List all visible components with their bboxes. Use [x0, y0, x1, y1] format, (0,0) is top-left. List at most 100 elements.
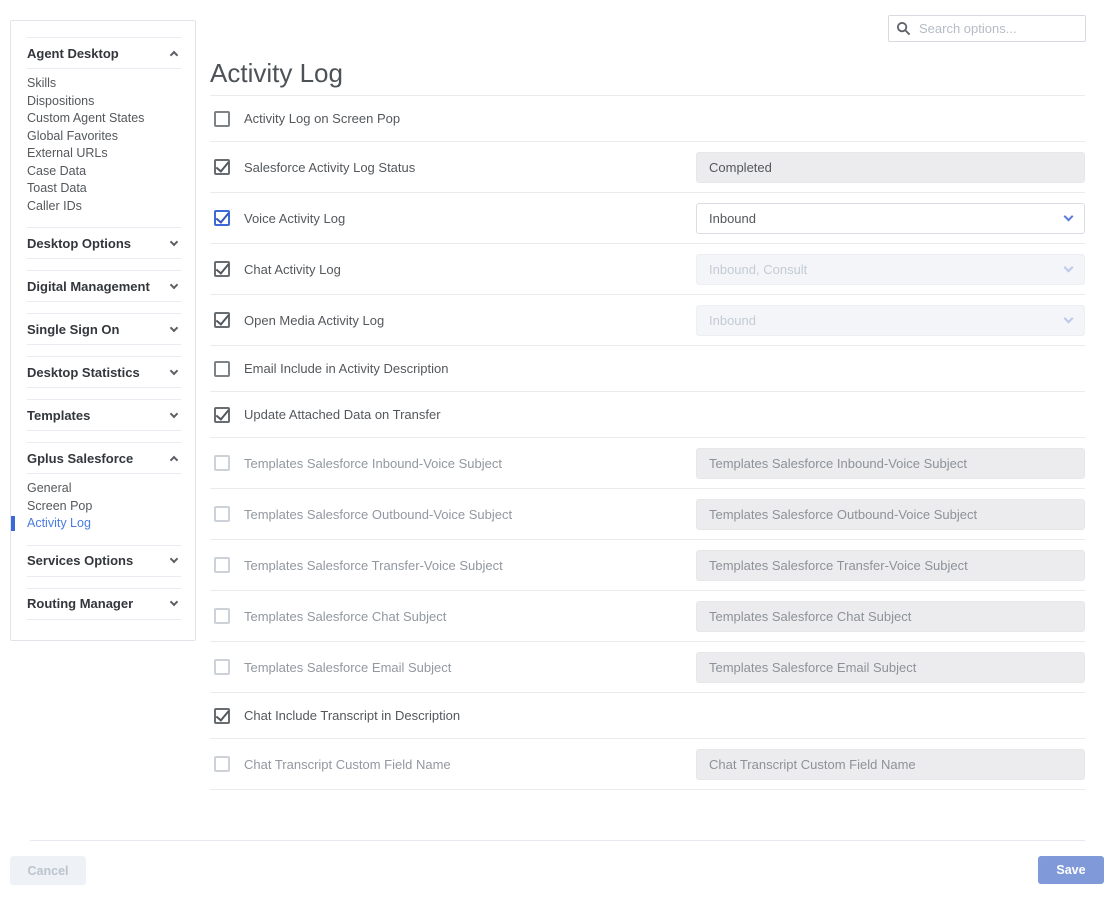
sidebar-item-dispositions[interactable]: Dispositions — [27, 93, 181, 111]
sidebar-item-screen-pop[interactable]: Screen Pop — [27, 498, 181, 516]
divider — [27, 344, 181, 345]
setting-label: Chat Activity Log — [244, 262, 341, 277]
setting-checkbox[interactable] — [214, 506, 230, 522]
sidebar-section-header-agent-desktop[interactable]: Agent Desktop — [27, 38, 181, 68]
sidebar-section-header-routing-manager[interactable]: Routing Manager — [27, 589, 181, 619]
sidebar-section-header-services-options[interactable]: Services Options — [27, 546, 181, 576]
sidebar-section-desktop-options: Desktop Options — [27, 227, 181, 259]
setting-checkbox[interactable] — [214, 361, 230, 377]
row-chat-transcript-custom-field-name: Chat Transcript Custom Field Name — [210, 739, 1085, 790]
sidebar-section-header-desktop-statistics[interactable]: Desktop Statistics — [27, 357, 181, 387]
sidebar-section-gplus-salesforce: Gplus Salesforce General Screen Pop Acti… — [27, 442, 181, 533]
section-label: Gplus Salesforce — [27, 451, 133, 466]
setting-checkbox[interactable] — [214, 407, 230, 423]
divider — [27, 301, 181, 302]
chevron-down-icon — [170, 409, 178, 417]
row-voice-activity-log: Voice Activity Log Inbound — [210, 193, 1085, 244]
sidebar-section-templates: Templates — [27, 399, 181, 431]
row-salesforce-activity-log-status: Salesforce Activity Log Status — [210, 142, 1085, 193]
section-label: Templates — [27, 408, 90, 423]
setting-checkbox[interactable] — [214, 111, 230, 127]
select-value: Inbound — [709, 313, 756, 328]
chevron-up-icon — [170, 456, 178, 464]
sidebar-section-single-sign-on: Single Sign On — [27, 313, 181, 345]
footer-divider — [30, 840, 1085, 841]
setting-label: Email Include in Activity Description — [244, 361, 448, 376]
setting-label: Templates Salesforce Email Subject — [244, 660, 451, 675]
sidebar-item-skills[interactable]: Skills — [27, 75, 181, 93]
divider — [27, 258, 181, 259]
setting-label: Salesforce Activity Log Status — [244, 160, 415, 175]
sidebar-item-activity-log[interactable]: Activity Log — [27, 515, 181, 533]
setting-checkbox[interactable] — [214, 756, 230, 772]
setting-label: Open Media Activity Log — [244, 313, 384, 328]
row-templates-outbound-voice-subject: Templates Salesforce Outbound-Voice Subj… — [210, 489, 1085, 540]
chevron-down-icon — [1064, 211, 1074, 221]
sidebar-section-header-templates[interactable]: Templates — [27, 400, 181, 430]
template-input — [696, 550, 1085, 581]
section-label: Digital Management — [27, 279, 150, 294]
sidebar-item-custom-agent-states[interactable]: Custom Agent States — [27, 110, 181, 128]
cancel-button[interactable]: Cancel — [10, 856, 86, 885]
setting-label: Templates Salesforce Chat Subject — [244, 609, 446, 624]
divider — [27, 473, 181, 474]
search-box — [888, 15, 1086, 42]
divider — [27, 430, 181, 431]
section-label: Agent Desktop — [27, 46, 119, 61]
section-label: Desktop Statistics — [27, 365, 140, 380]
setting-checkbox[interactable] — [214, 708, 230, 724]
setting-checkbox[interactable] — [214, 159, 230, 175]
sidebar-section-digital-management: Digital Management — [27, 270, 181, 302]
voice-activity-log-select[interactable]: Inbound — [696, 203, 1085, 234]
search-input[interactable] — [888, 15, 1086, 42]
row-email-include-in-activity-description: Email Include in Activity Description — [210, 346, 1085, 392]
sidebar-section-header-single-sign-on[interactable]: Single Sign On — [27, 314, 181, 344]
template-input — [696, 499, 1085, 530]
row-templates-inbound-voice-subject: Templates Salesforce Inbound-Voice Subje… — [210, 438, 1085, 489]
main-panel: Activity Log Activity Log on Screen Pop … — [210, 58, 1085, 790]
sidebar-item-global-favorites[interactable]: Global Favorites — [27, 128, 181, 146]
setting-checkbox[interactable] — [214, 455, 230, 471]
setting-checkbox[interactable] — [214, 210, 230, 226]
row-chat-include-transcript-in-description: Chat Include Transcript in Description — [210, 693, 1085, 739]
setting-checkbox[interactable] — [214, 608, 230, 624]
chat-activity-log-select: Inbound, Consult — [696, 254, 1085, 285]
sidebar-section-header-digital-management[interactable]: Digital Management — [27, 271, 181, 301]
row-activity-log-on-screen-pop: Activity Log on Screen Pop — [210, 96, 1085, 142]
chevron-down-icon — [170, 555, 178, 563]
chevron-down-icon — [170, 598, 178, 606]
sidebar-item-external-urls[interactable]: External URLs — [27, 145, 181, 163]
sidebar-item-toast-data[interactable]: Toast Data — [27, 180, 181, 198]
setting-checkbox[interactable] — [214, 312, 230, 328]
save-button[interactable]: Save — [1038, 856, 1104, 884]
chevron-down-icon — [1064, 262, 1074, 272]
section-label: Routing Manager — [27, 596, 133, 611]
setting-label: Update Attached Data on Transfer — [244, 407, 441, 422]
section-label: Desktop Options — [27, 236, 131, 251]
sidebar-item-general[interactable]: General — [27, 480, 181, 498]
row-update-attached-data-on-transfer: Update Attached Data on Transfer — [210, 392, 1085, 438]
sidebar-section-services-options: Services Options — [27, 545, 181, 577]
row-chat-activity-log: Chat Activity Log Inbound, Consult — [210, 244, 1085, 295]
row-templates-chat-subject: Templates Salesforce Chat Subject — [210, 591, 1085, 642]
chevron-up-icon — [170, 51, 178, 59]
sidebar-item-caller-ids[interactable]: Caller IDs — [27, 198, 181, 216]
sidebar-section-header-gplus-salesforce[interactable]: Gplus Salesforce — [27, 443, 181, 473]
chevron-down-icon — [170, 280, 178, 288]
setting-label: Templates Salesforce Transfer-Voice Subj… — [244, 558, 503, 573]
sidebar-section-header-desktop-options[interactable]: Desktop Options — [27, 228, 181, 258]
row-open-media-activity-log: Open Media Activity Log Inbound — [210, 295, 1085, 346]
template-input — [696, 652, 1085, 683]
divider — [27, 68, 181, 69]
sidebar-item-case-data[interactable]: Case Data — [27, 163, 181, 181]
setting-checkbox[interactable] — [214, 659, 230, 675]
sidebar-section-routing-manager: Routing Manager — [27, 588, 181, 620]
setting-checkbox[interactable] — [214, 261, 230, 277]
chevron-down-icon — [170, 323, 178, 331]
setting-checkbox[interactable] — [214, 557, 230, 573]
setting-label: Chat Transcript Custom Field Name — [244, 757, 451, 772]
chevron-down-icon — [170, 237, 178, 245]
chevron-down-icon — [1064, 313, 1074, 323]
open-media-activity-log-select: Inbound — [696, 305, 1085, 336]
setting-label: Voice Activity Log — [244, 211, 345, 226]
